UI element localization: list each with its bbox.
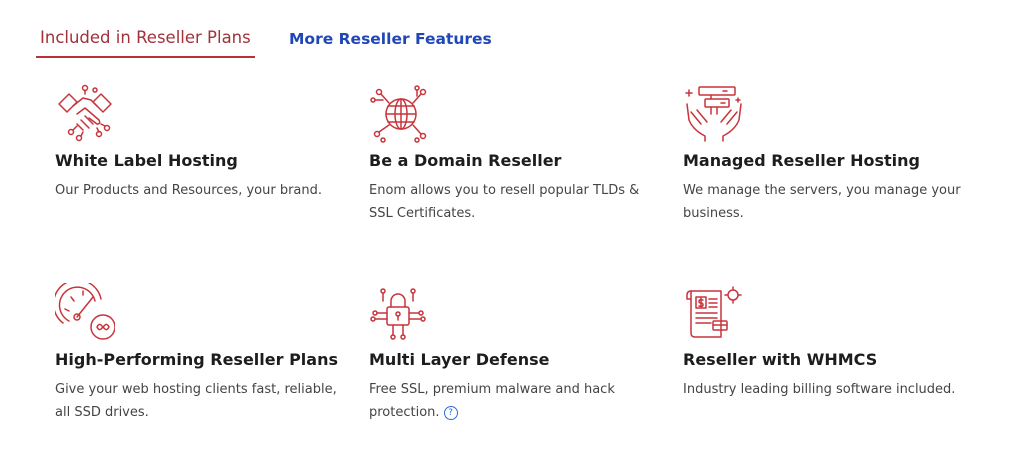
question-circle-icon[interactable]: ? bbox=[443, 405, 458, 420]
feature-title: Multi Layer Defense bbox=[369, 350, 550, 369]
feature-description: Enom allows you to resell popular TLDs &… bbox=[369, 183, 640, 221]
feature-card-white-label-hosting: White Label Hosting Our Products and Res… bbox=[55, 84, 355, 198]
tab-included-in-reseller-plans[interactable]: Included in Reseller Plans bbox=[36, 28, 255, 58]
feature-title: White Label Hosting bbox=[55, 151, 238, 170]
feature-card-multi-layer-defense: Multi Layer Defense Free SSL, premium ma… bbox=[369, 283, 669, 420]
feature-description: Industry leading billing software includ… bbox=[683, 382, 956, 397]
feature-title: High-Performing Reseller Plans bbox=[55, 350, 338, 369]
feature-description: Free SSL, premium malware and hack prote… bbox=[369, 378, 659, 424]
invoice-gear-icon bbox=[686, 286, 742, 338]
feature-description: Our Products and Resources, your brand. bbox=[55, 183, 323, 198]
feature-title: Be a Domain Reseller bbox=[369, 151, 562, 170]
feature-description-text: Free SSL, premium malware and hack prote… bbox=[369, 382, 615, 420]
feature-card-high-performing-plans: High-Performing Reseller Plans Give your… bbox=[55, 283, 355, 420]
tab-more-reseller-features[interactable]: More Reseller Features bbox=[289, 30, 492, 48]
feature-card-managed-reseller-hosting: Managed Reseller Hosting We manage the s… bbox=[683, 84, 983, 221]
feature-description: We manage the servers, you manage your b… bbox=[683, 183, 961, 221]
hands-server-icon bbox=[685, 86, 742, 142]
feature-title: Managed Reseller Hosting bbox=[683, 151, 920, 170]
handshake-icon bbox=[58, 84, 112, 142]
lock-circuit-icon bbox=[370, 288, 426, 340]
speedometer-infinity-icon bbox=[55, 283, 115, 340]
globe-network-icon bbox=[370, 85, 427, 143]
feature-card-reseller-whmcs: Reseller with WHMCS Industry leading bil… bbox=[683, 283, 983, 397]
feature-description: Give your web hosting clients fast, reli… bbox=[55, 382, 337, 420]
feature-card-domain-reseller: Be a Domain Reseller Enom allows you to … bbox=[369, 84, 669, 221]
feature-title: Reseller with WHMCS bbox=[683, 350, 878, 369]
